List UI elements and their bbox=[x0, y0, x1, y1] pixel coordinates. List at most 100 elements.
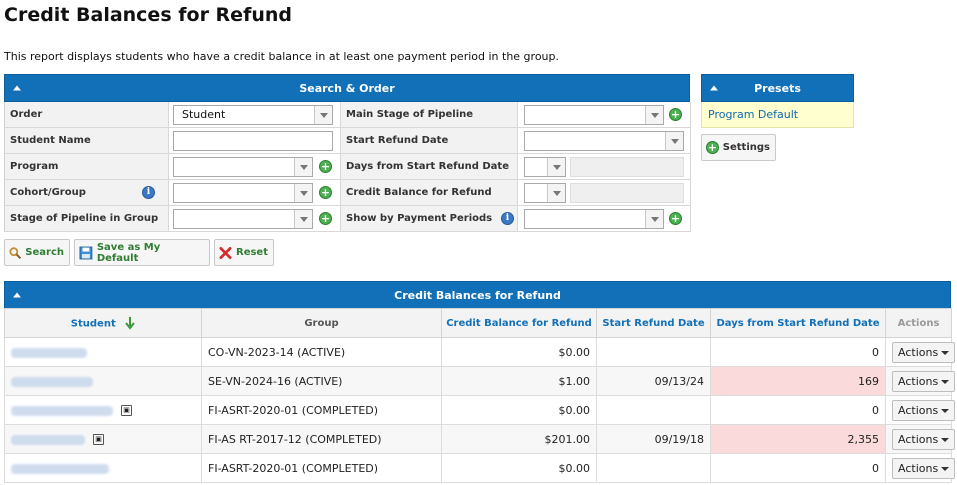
actions-label: Actions bbox=[898, 432, 939, 446]
add-icon[interactable]: + bbox=[319, 186, 332, 199]
search-form: Order Student Main Stage of Pipeline + S… bbox=[4, 102, 691, 232]
show-periods-select[interactable] bbox=[524, 209, 664, 229]
credit-balance-cell: $0.00 bbox=[441, 395, 597, 425]
search-order-header[interactable]: Search & Order bbox=[4, 74, 690, 102]
presets-title: Presets bbox=[754, 82, 801, 95]
settings-button[interactable]: + Settings bbox=[701, 134, 776, 161]
student-name-label: Student Name bbox=[5, 128, 169, 154]
program-label: Program bbox=[5, 154, 169, 180]
save-default-label: Save as My Default bbox=[96, 241, 161, 264]
chevron-down-icon bbox=[547, 158, 565, 176]
student-name-input[interactable] bbox=[173, 131, 333, 151]
actions-dropdown-button[interactable]: Actions bbox=[892, 428, 956, 450]
info-icon[interactable]: i bbox=[142, 186, 155, 199]
stage-group-select[interactable] bbox=[173, 209, 313, 229]
main-stage-cell: + bbox=[518, 102, 691, 128]
table-row: CO-VN-2023-14 (ACTIVE) $0.00 0 Actions bbox=[4, 337, 956, 367]
save-default-button[interactable]: Save as My Default bbox=[74, 239, 210, 266]
days-from-operator-select[interactable] bbox=[524, 157, 566, 177]
actions-dropdown-button[interactable]: Actions bbox=[892, 341, 956, 363]
table-row: ▣ FI-AS RT-2017-12 (COMPLETED) $201.00 0… bbox=[4, 424, 956, 454]
add-icon[interactable]: + bbox=[319, 212, 332, 225]
student-cell[interactable] bbox=[4, 337, 202, 367]
reset-button[interactable]: Reset bbox=[214, 239, 274, 266]
caret-down-icon bbox=[941, 379, 950, 384]
redacted-student-name bbox=[11, 434, 85, 445]
magnifier-icon bbox=[9, 246, 22, 259]
student-cell[interactable]: ▣ bbox=[4, 424, 202, 454]
group-cell: FI-ASRT-2020-01 (COMPLETED) bbox=[201, 453, 442, 483]
caret-down-icon bbox=[941, 408, 950, 413]
program-select[interactable] bbox=[173, 157, 313, 177]
preset-item[interactable]: Program Default bbox=[701, 102, 854, 128]
add-icon[interactable]: + bbox=[319, 160, 332, 173]
column-header-label: Student bbox=[70, 318, 116, 329]
start-refund-date-cell bbox=[596, 337, 711, 367]
cohort-label-cell: Cohort/Group i bbox=[5, 180, 169, 206]
start-refund-date-cell: 09/19/18 bbox=[596, 424, 711, 454]
group-cell: FI-ASRT-2020-01 (COMPLETED) bbox=[201, 395, 442, 425]
actions-label: Actions bbox=[898, 374, 939, 388]
actions-cell: Actions bbox=[885, 395, 956, 425]
add-icon[interactable]: + bbox=[669, 212, 682, 225]
actions-dropdown-button[interactable]: Actions bbox=[892, 457, 956, 479]
chevron-down-icon bbox=[294, 210, 312, 228]
presets-header[interactable]: Presets bbox=[701, 74, 854, 102]
start-refund-select[interactable] bbox=[524, 131, 684, 151]
actions-cell: Actions bbox=[885, 453, 956, 483]
column-header-credit-balance[interactable]: Credit Balance for Refund bbox=[441, 308, 597, 338]
days-from-label: Days from Start Refund Date bbox=[341, 154, 518, 180]
group-cell: CO-VN-2023-14 (ACTIVE) bbox=[201, 337, 442, 367]
stage-group-cell: + bbox=[169, 206, 341, 232]
search-button[interactable]: Search bbox=[4, 239, 70, 266]
credit-balance-cell bbox=[518, 180, 691, 206]
show-periods-label: Show by Payment Periods bbox=[346, 213, 493, 224]
show-periods-label-cell: Show by Payment Periods i bbox=[341, 206, 518, 232]
chevron-down-icon bbox=[645, 210, 663, 228]
student-name-cell bbox=[169, 128, 341, 154]
column-header-student[interactable]: Student bbox=[4, 308, 202, 338]
table-row: ▣ FI-ASRT-2020-01 (COMPLETED) $0.00 0 Ac… bbox=[4, 395, 956, 425]
redacted-student-name bbox=[11, 376, 93, 387]
actions-dropdown-button[interactable]: Actions bbox=[892, 370, 956, 392]
add-icon[interactable]: + bbox=[669, 108, 682, 121]
actions-label: Actions bbox=[898, 345, 939, 359]
redacted-student-name bbox=[11, 347, 87, 358]
save-icon bbox=[79, 246, 93, 259]
credit-balance-cell: $0.00 bbox=[441, 337, 597, 367]
credit-balance-label: Credit Balance for Refund bbox=[341, 180, 518, 206]
column-header-start-refund-date[interactable]: Start Refund Date bbox=[596, 308, 711, 338]
order-select[interactable]: Student bbox=[173, 105, 333, 125]
days-from-value-input[interactable] bbox=[570, 157, 684, 177]
student-cell[interactable] bbox=[4, 366, 202, 396]
main-stage-select[interactable] bbox=[524, 105, 664, 125]
credit-balance-operator-select[interactable] bbox=[524, 183, 566, 203]
lock-icon: ▣ bbox=[93, 434, 104, 445]
results-title: Credit Balances for Refund bbox=[394, 289, 561, 302]
days-from-start-cell: 0 bbox=[710, 453, 886, 483]
column-header-actions: Actions bbox=[885, 308, 952, 338]
results-header[interactable]: Credit Balances for Refund bbox=[4, 281, 951, 309]
actions-label: Actions bbox=[898, 403, 939, 417]
cohort-select[interactable] bbox=[173, 183, 313, 203]
table-header-row: Student Group Credit Balance for Refund … bbox=[4, 308, 952, 338]
actions-cell: Actions bbox=[885, 337, 956, 367]
redacted-student-name bbox=[11, 405, 113, 416]
student-cell[interactable]: ▣ bbox=[4, 395, 202, 425]
student-cell[interactable] bbox=[4, 453, 202, 483]
actions-dropdown-button[interactable]: Actions bbox=[892, 399, 956, 421]
info-icon[interactable]: i bbox=[501, 212, 514, 225]
order-cell: Student bbox=[169, 102, 341, 128]
cohort-label: Cohort/Group bbox=[10, 187, 86, 198]
chevron-down-icon bbox=[294, 158, 312, 176]
column-header-days-from-start[interactable]: Days from Start Refund Date bbox=[710, 308, 886, 338]
credit-balance-value-input[interactable] bbox=[570, 183, 684, 203]
show-periods-cell: + bbox=[518, 206, 691, 232]
start-refund-date-cell bbox=[596, 453, 711, 483]
start-refund-date-cell: 09/13/24 bbox=[596, 366, 711, 396]
actions-cell: Actions bbox=[885, 424, 956, 454]
search-order-title: Search & Order bbox=[299, 82, 395, 95]
chevron-down-icon bbox=[645, 106, 663, 124]
days-from-start-cell: 2,355 bbox=[710, 424, 886, 454]
caret-down-icon bbox=[941, 350, 950, 355]
